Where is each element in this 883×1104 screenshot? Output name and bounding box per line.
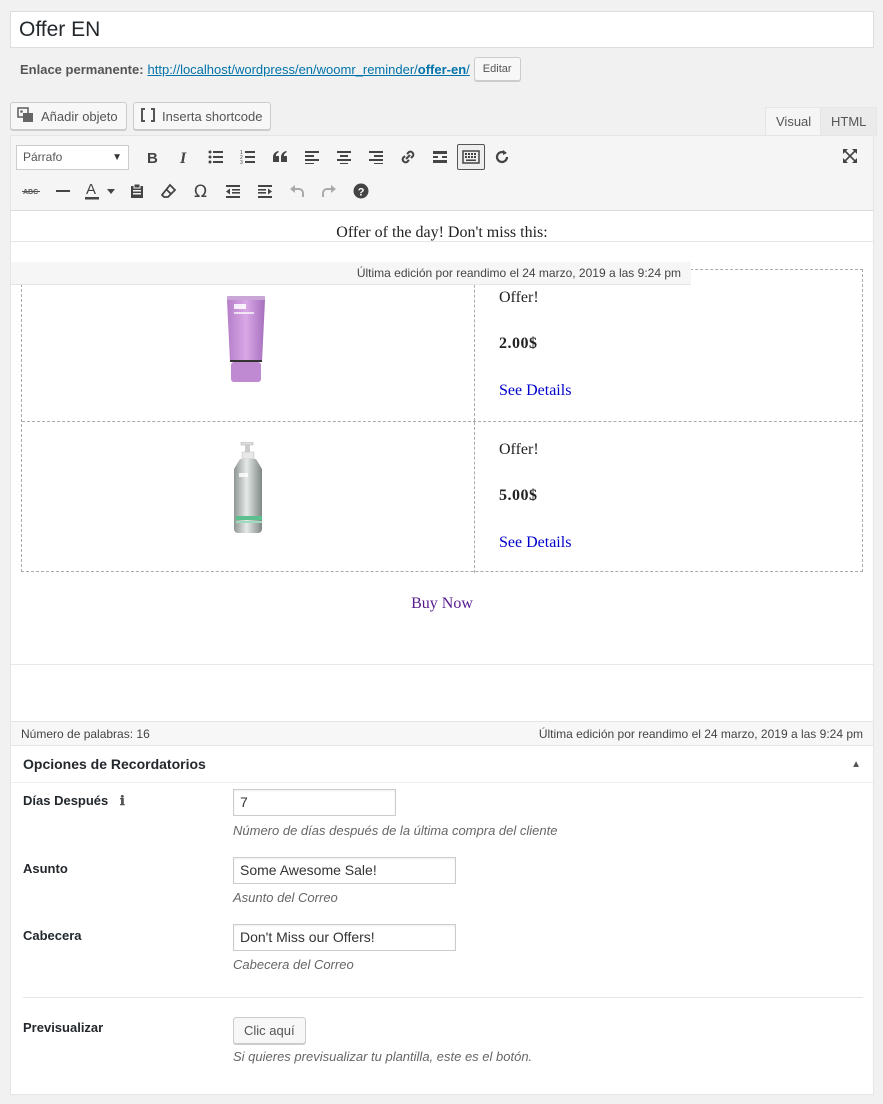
- wp-refresh-icon[interactable]: [487, 143, 517, 171]
- italic-icon[interactable]: I: [169, 143, 199, 171]
- permalink-link[interactable]: http://localhost/wordpress/en/woomr_remi…: [148, 62, 470, 77]
- header-label: Cabecera: [23, 928, 82, 943]
- metabox-title: Opciones de Recordatorios: [23, 756, 206, 772]
- see-details-link[interactable]: See Details: [499, 382, 571, 400]
- svg-text:3: 3: [240, 160, 243, 164]
- svg-text:?: ?: [358, 187, 365, 199]
- product-title: Offer!: [499, 441, 539, 458]
- last-edit-tooltip: Última edición por reandimo el 24 marzo,…: [11, 262, 691, 285]
- table-row: Offer! 5.00$ See Details: [22, 421, 862, 573]
- post-title-input[interactable]: Offer EN: [10, 11, 874, 48]
- help-icon[interactable]: ?: [346, 177, 376, 205]
- horizontal-line-icon[interactable]: [48, 177, 78, 205]
- see-details-link[interactable]: See Details: [499, 534, 571, 552]
- days-after-label: Días Después ℹ: [23, 793, 125, 809]
- add-media-button[interactable]: Añadir objeto: [10, 102, 127, 130]
- permalink-slug: offer-en: [417, 61, 467, 77]
- collapse-arrow-icon[interactable]: ▲: [851, 759, 861, 770]
- tab-html[interactable]: HTML: [820, 107, 878, 136]
- align-center-icon[interactable]: [329, 143, 359, 171]
- metabox-divider: [23, 997, 863, 998]
- content-divider: [11, 664, 873, 665]
- info-icon[interactable]: ℹ: [120, 794, 125, 809]
- clear-formatting-icon[interactable]: [154, 177, 184, 205]
- editor: Párrafo ▼ B I 123 ABC A Ω ? Offer of the…: [10, 135, 874, 745]
- silver-pump-bottle-product: [234, 442, 262, 533]
- svg-text:ABC: ABC: [23, 189, 38, 196]
- permalink-end: /: [466, 61, 470, 77]
- product-price: 2.00$: [499, 335, 538, 352]
- read-more-icon[interactable]: [425, 143, 455, 171]
- text-color-icon[interactable]: A: [80, 177, 120, 205]
- product-info-cell: Offer! 2.00$ See Details: [475, 270, 862, 421]
- svg-text:B: B: [147, 150, 158, 165]
- align-right-icon[interactable]: [361, 143, 391, 171]
- preview-description: Si quieres previsualizar tu plantilla, e…: [233, 1049, 533, 1064]
- days-after-description: Número de días después de la última comp…: [233, 823, 558, 838]
- blockquote-icon[interactable]: [265, 143, 295, 171]
- link-icon[interactable]: [393, 143, 423, 171]
- numbered-list-icon[interactable]: 123: [233, 143, 263, 171]
- edit-slug-button[interactable]: Editar: [473, 57, 521, 81]
- format-select[interactable]: Párrafo ▼: [16, 144, 129, 170]
- tab-visual[interactable]: Visual: [765, 107, 823, 137]
- toolbar-toggle-icon[interactable]: [457, 144, 485, 170]
- subject-input[interactable]: Some Awesome Sale!: [233, 857, 456, 884]
- product-image-cell: [22, 270, 475, 421]
- editor-toolbar: Párrafo ▼ B I 123 ABC A Ω ?: [11, 136, 873, 211]
- insert-shortcode-button[interactable]: Inserta shortcode: [133, 102, 272, 130]
- add-media-label: Añadir objeto: [41, 108, 118, 124]
- offer-heading: Offer of the day! Don't miss this:: [336, 224, 548, 241]
- metabox-header[interactable]: Opciones de Recordatorios ▲: [11, 746, 873, 783]
- product-title: Offer!: [499, 289, 539, 306]
- editor-status-bar: Número de palabras: 16 Última edición po…: [11, 721, 873, 745]
- product-info-cell: Offer! 5.00$ See Details: [475, 422, 862, 573]
- shortcode-label: Inserta shortcode: [162, 108, 263, 124]
- preview-label: Previsualizar: [23, 1020, 104, 1035]
- align-left-icon[interactable]: [297, 143, 327, 171]
- outdent-icon[interactable]: [218, 177, 248, 205]
- strikethrough-icon[interactable]: ABC: [16, 177, 46, 205]
- reminder-options-metabox: Opciones de Recordatorios ▲ Días Después…: [10, 745, 874, 1095]
- product-image-cell: [22, 422, 475, 573]
- table-row: Offer! 2.00$ See Details: [22, 270, 862, 421]
- permalink-base: http://localhost/wordpress/en/woomr_remi…: [147, 61, 418, 77]
- paste-as-text-icon[interactable]: [122, 177, 152, 205]
- last-edit-info: Última edición por reandimo el 24 marzo,…: [538, 727, 863, 741]
- products-table: Offer! 2.00$ See Details Offer! 5.00$ Se…: [21, 269, 863, 573]
- content-divider: [11, 241, 873, 242]
- svg-text:Ω: Ω: [194, 183, 207, 199]
- chevron-down-icon: ▼: [112, 151, 122, 163]
- buy-now-link[interactable]: Buy Now: [11, 595, 873, 613]
- permalink-label: Enlace permanente:: [20, 61, 144, 77]
- purple-tube-product: [227, 296, 265, 382]
- add-media-icon: [17, 106, 35, 126]
- word-count: Número de palabras: 16: [21, 727, 150, 741]
- subject-label: Asunto: [23, 861, 68, 876]
- header-input[interactable]: Don't Miss our Offers!: [233, 924, 456, 951]
- bold-icon[interactable]: B: [137, 143, 167, 171]
- redo-icon[interactable]: [314, 177, 344, 205]
- svg-text:A: A: [86, 181, 96, 198]
- days-after-input[interactable]: 7: [233, 789, 396, 816]
- shortcode-icon: [140, 107, 156, 125]
- bulleted-list-icon[interactable]: [201, 143, 231, 171]
- permalink-row: Enlace permanente: http://localhost/word…: [20, 57, 521, 81]
- indent-icon[interactable]: [250, 177, 280, 205]
- product-price: 5.00$: [499, 487, 538, 504]
- undo-icon[interactable]: [282, 177, 312, 205]
- days-after-label-text: Días Después: [23, 793, 109, 808]
- subject-description: Asunto del Correo: [233, 890, 338, 905]
- fullscreen-icon[interactable]: [835, 142, 865, 170]
- svg-text:I: I: [179, 150, 187, 165]
- special-character-icon[interactable]: Ω: [186, 177, 216, 205]
- header-description: Cabecera del Correo: [233, 957, 354, 972]
- preview-button[interactable]: Clic aquí: [233, 1017, 306, 1044]
- editor-content[interactable]: Offer of the day! Don't miss this: Offer…: [11, 212, 873, 722]
- format-select-value: Párrafo: [23, 150, 63, 164]
